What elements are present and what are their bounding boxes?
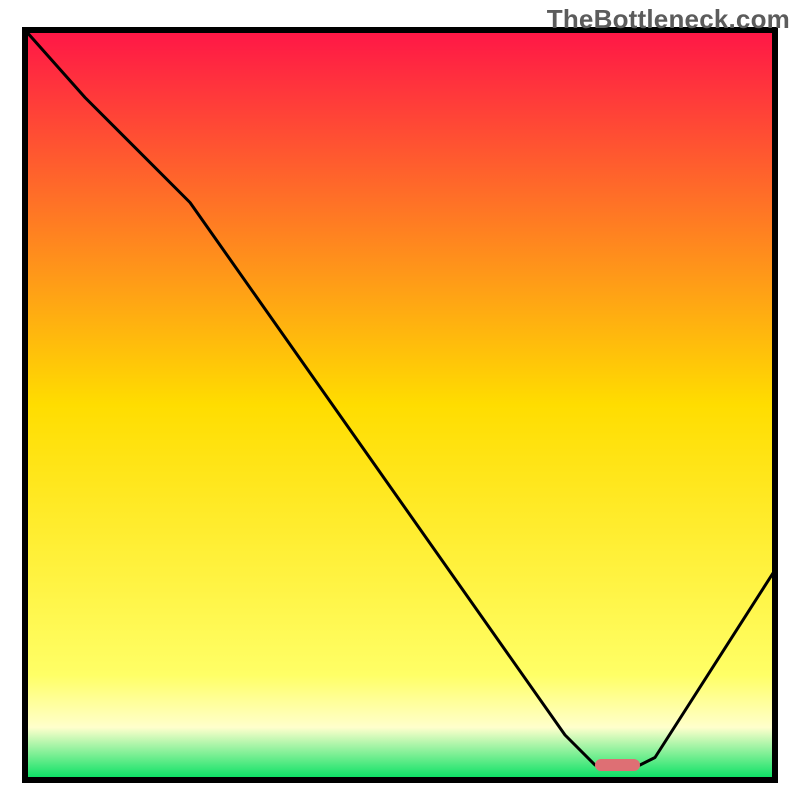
optimal-range-marker (595, 759, 640, 771)
bottleneck-chart (0, 0, 800, 800)
gradient-background (25, 30, 775, 780)
chart-container: TheBottleneck.com (0, 0, 800, 800)
watermark-text: TheBottleneck.com (547, 4, 790, 35)
